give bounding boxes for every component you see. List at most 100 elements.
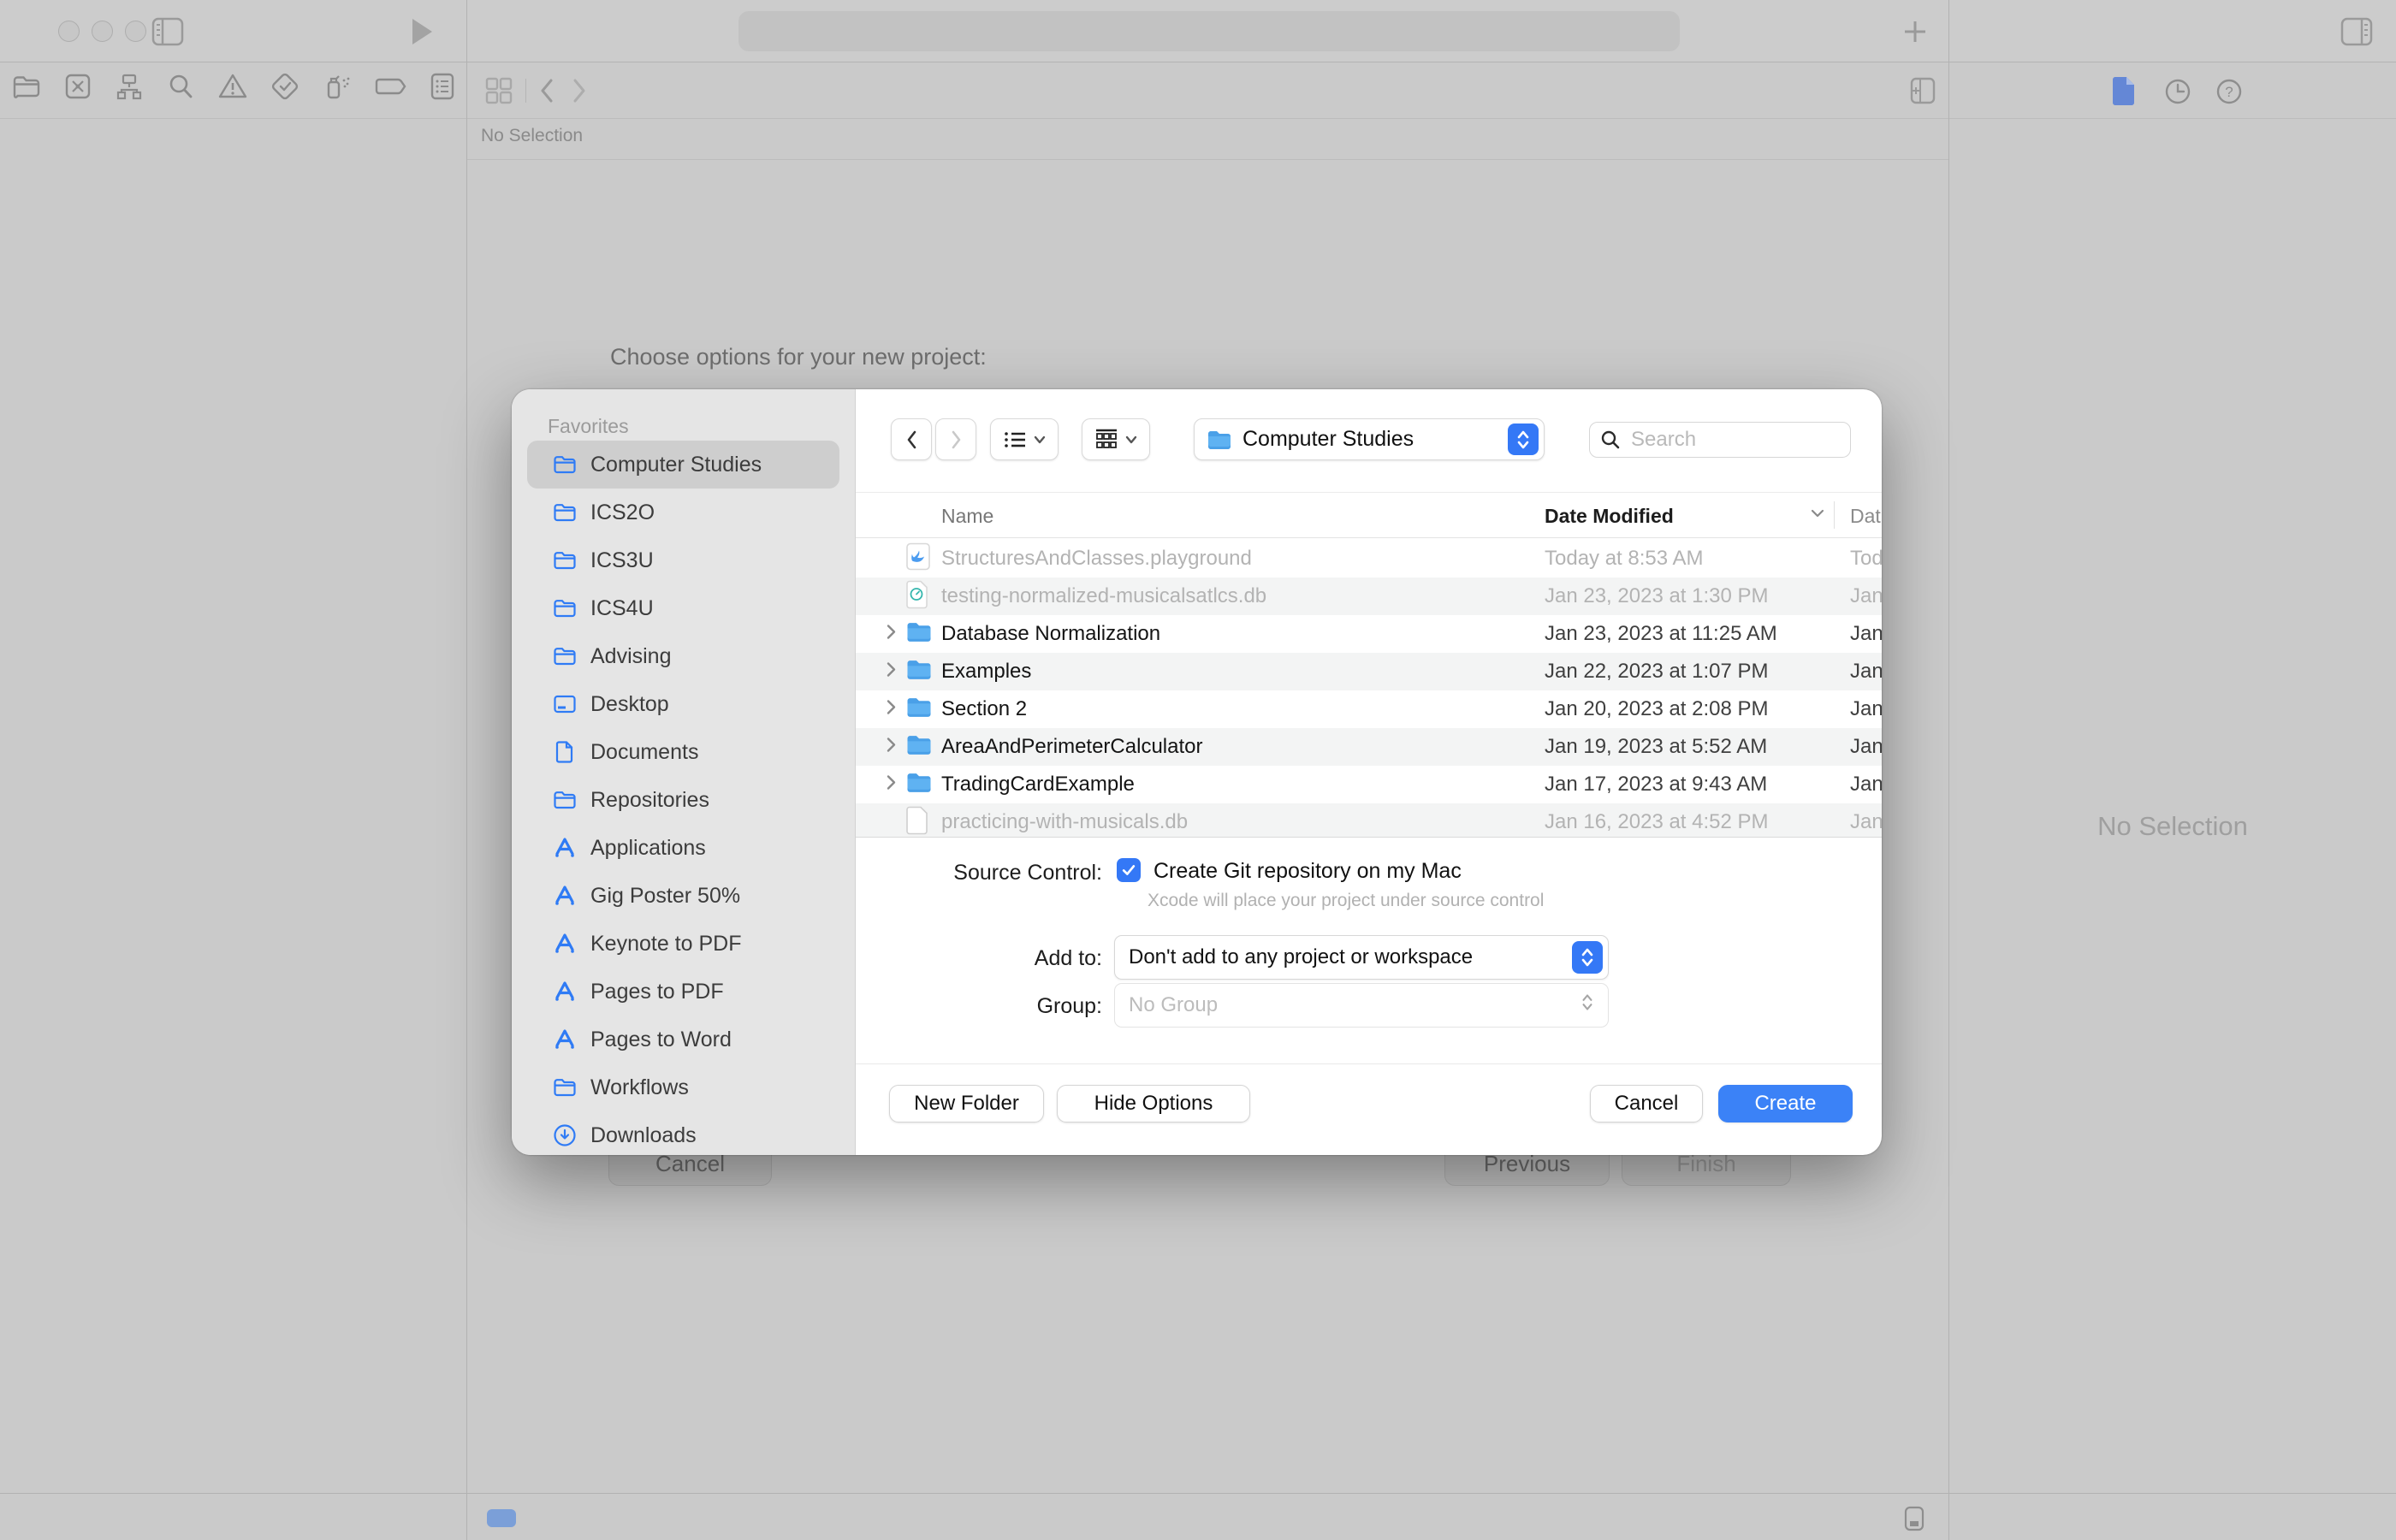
folder-icon	[553, 788, 577, 812]
list-view-icon	[1003, 429, 1027, 450]
add-tab-icon[interactable]	[1901, 18, 1929, 45]
group-view-button[interactable]	[1082, 418, 1150, 460]
sidebar-item-repositories[interactable]: Repositories	[527, 776, 839, 824]
sidebar-item-ics3u[interactable]: ICS3U	[527, 536, 839, 584]
column-date-modified[interactable]: Date Modified	[1545, 505, 1674, 528]
sidebar-item-ics2o[interactable]: ICS2O	[527, 489, 839, 536]
history-inspector-icon[interactable]	[2163, 77, 2192, 106]
disclosure-chevron-icon[interactable]	[885, 736, 897, 759]
sidebar-item-applications[interactable]: Applications	[527, 824, 839, 872]
folder-icon	[553, 644, 577, 668]
dialog-sidebar: Favorites Computer Studies ICS2O ICS3U I…	[512, 389, 856, 1155]
create-button[interactable]: Create	[1718, 1085, 1853, 1122]
chevron-down-icon	[1125, 435, 1137, 444]
sidebar-item-keynote-to-pdf[interactable]: Keynote to PDF	[527, 920, 839, 968]
forward-history-icon[interactable]	[570, 77, 589, 104]
bottom-bar-divider	[0, 1493, 2396, 1494]
search-field[interactable]	[1589, 422, 1851, 458]
add-to-popup[interactable]: Don't add to any project or workspace	[1114, 935, 1609, 980]
database-file-icon	[905, 580, 929, 613]
zoom-window-button[interactable]	[125, 21, 146, 42]
cancel-button[interactable]: Cancel	[1590, 1085, 1703, 1122]
file-row-clipped[interactable]: practicing-with-musicals.db Jan 16, 2023…	[856, 803, 1882, 837]
navbar-divider	[0, 118, 2396, 119]
jumpbar-bottom-divider	[467, 159, 1948, 160]
disclosure-chevron-icon[interactable]	[885, 623, 897, 646]
git-repo-checkbox-label[interactable]: Create Git repository on my Mac	[1154, 859, 1462, 884]
group-popup: No Group	[1114, 983, 1609, 1028]
toggle-navigator-icon[interactable]	[151, 17, 184, 46]
checkmark-icon	[1120, 862, 1137, 879]
column-header-row: Name Date Modified Dat	[856, 492, 1882, 538]
file-row[interactable]: TradingCardExample Jan 17, 2023 at 9:43 …	[856, 766, 1882, 803]
column-name[interactable]: Name	[941, 505, 993, 528]
forward-button[interactable]	[935, 418, 976, 460]
group-label: Group:	[880, 994, 1102, 1019]
project-navigator-icon[interactable]	[12, 72, 41, 101]
minimize-window-button[interactable]	[92, 21, 113, 42]
file-row[interactable]: Examples Jan 22, 2023 at 1:07 PM Jan	[856, 653, 1882, 690]
svg-text:?: ?	[2225, 84, 2233, 100]
tests-navigator-icon[interactable]	[270, 72, 300, 101]
editor-breadcrumb: No Selection	[481, 126, 583, 146]
list-view-button[interactable]	[990, 418, 1059, 460]
sidebar-item-pages-to-pdf[interactable]: Pages to PDF	[527, 968, 839, 1016]
sidebar-item-computer-studies[interactable]: Computer Studies	[527, 441, 839, 489]
wizard-prompt: Choose options for your new project:	[610, 344, 987, 370]
source-control-navigator-icon[interactable]	[63, 72, 92, 101]
file-row[interactable]: Database Normalization Jan 23, 2023 at 1…	[856, 615, 1882, 653]
breakpoints-navigator-icon[interactable]	[375, 72, 407, 101]
issues-navigator-icon[interactable]	[217, 72, 248, 101]
git-repo-checkbox[interactable]	[1117, 858, 1141, 882]
sidebar-item-gig-poster[interactable]: Gig Poster 50%	[527, 872, 839, 920]
toggle-inspector-icon[interactable]	[2340, 17, 2373, 46]
file-row[interactable]: StructuresAndClasses.playground Today at…	[856, 540, 1882, 578]
close-window-button[interactable]	[58, 21, 80, 42]
symbols-navigator-icon[interactable]	[115, 72, 144, 101]
debug-navigator-icon[interactable]	[322, 72, 353, 101]
folder-icon	[905, 658, 933, 685]
document-icon	[553, 740, 577, 764]
find-navigator-icon[interactable]	[166, 72, 195, 101]
sidebar-item-desktop[interactable]: Desktop	[527, 680, 839, 728]
related-items-icon[interactable]	[483, 75, 514, 106]
app-icon	[553, 980, 577, 1004]
search-input[interactable]	[1629, 427, 1804, 453]
chevron-left-icon	[904, 429, 918, 450]
folder-path-popup[interactable]: Computer Studies	[1194, 418, 1545, 460]
search-icon	[1600, 429, 1621, 450]
file-row[interactable]: testing-normalized-musicalsatlcs.db Jan …	[856, 578, 1882, 615]
popup-stepper-icon	[1508, 424, 1539, 455]
button-row-divider	[856, 1063, 1882, 1064]
disclosure-chevron-icon[interactable]	[885, 660, 897, 684]
back-button[interactable]	[891, 418, 932, 460]
disclosure-chevron-icon[interactable]	[885, 698, 897, 721]
hide-options-button[interactable]: Hide Options	[1057, 1085, 1250, 1122]
app-icon	[553, 836, 577, 860]
run-button[interactable]	[410, 17, 434, 46]
file-inspector-icon[interactable]	[2112, 75, 2136, 106]
back-history-icon[interactable]	[537, 77, 556, 104]
navigator-divider	[466, 0, 467, 1540]
add-editor-icon[interactable]	[1910, 76, 1936, 105]
file-row[interactable]: AreaAndPerimeterCalculator Jan 19, 2023 …	[856, 728, 1882, 766]
sidebar-item-advising[interactable]: Advising	[527, 632, 839, 680]
sidebar-item-ics4u[interactable]: ICS4U	[527, 584, 839, 632]
help-inspector-icon[interactable]: ?	[2215, 77, 2244, 106]
editor-filter-icon[interactable]	[487, 1509, 516, 1527]
favorites-section-label: Favorites	[548, 415, 629, 438]
folder-icon	[553, 500, 577, 524]
new-folder-button[interactable]: New Folder	[889, 1085, 1044, 1122]
reports-navigator-icon[interactable]	[430, 72, 455, 101]
app-icon	[553, 884, 577, 908]
adjust-editor-icon[interactable]	[1903, 1506, 1925, 1531]
chevron-down-icon	[1034, 435, 1046, 444]
sidebar-item-documents[interactable]: Documents	[527, 728, 839, 776]
sidebar-item-pages-to-word[interactable]: Pages to Word	[527, 1016, 839, 1063]
sidebar-item-downloads[interactable]: Downloads	[527, 1111, 839, 1155]
navigator-tab-strip	[12, 72, 455, 101]
column-date-created[interactable]: Dat	[1850, 505, 1881, 528]
sidebar-item-workflows[interactable]: Workflows	[527, 1063, 839, 1111]
file-row[interactable]: Section 2 Jan 20, 2023 at 2:08 PM Jan	[856, 690, 1882, 728]
disclosure-chevron-icon[interactable]	[885, 773, 897, 797]
